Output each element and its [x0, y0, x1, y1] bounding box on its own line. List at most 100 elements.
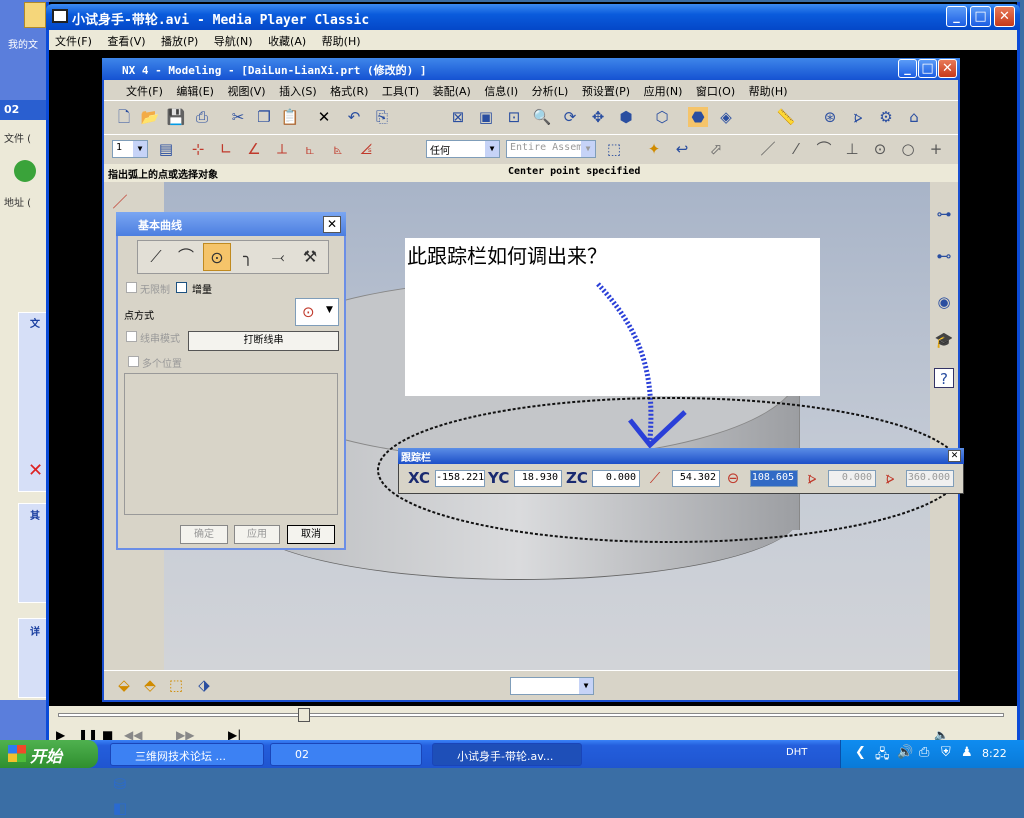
inspect-icon[interactable]: ⚙: [876, 107, 896, 127]
printer-icon[interactable]: ⎙: [919, 745, 929, 760]
snap-control-icon[interactable]: ∠: [244, 139, 264, 159]
start-angle-field[interactable]: 0.000: [828, 470, 876, 487]
nx-menu-assembly[interactable]: 装配(A): [433, 85, 471, 98]
nx-menu-edit[interactable]: 编辑(E): [176, 85, 214, 98]
layer-settings-icon[interactable]: ▤: [156, 139, 176, 159]
fillet-type-icon[interactable]: ╮: [234, 243, 262, 271]
edit-curve-icon[interactable]: ⚒: [296, 243, 324, 271]
radius-field[interactable]: 54.302: [672, 470, 720, 487]
snap-point-icon[interactable]: ⦞: [356, 139, 376, 159]
tangent-icon[interactable]: ⊥: [842, 139, 862, 159]
user-icon[interactable]: ♟: [961, 745, 973, 760]
xc-field[interactable]: -158.221: [435, 470, 485, 487]
select-all-icon[interactable]: ✦: [644, 139, 664, 159]
string-mode-checkbox[interactable]: [126, 331, 137, 342]
break-string-button[interactable]: 打断线串: [188, 331, 339, 351]
seek-thumb[interactable]: [298, 708, 310, 722]
edit-feature-icon[interactable]: ⬗: [194, 675, 214, 695]
menu-navigate[interactable]: 导航(N): [214, 35, 253, 48]
circle-icon[interactable]: ○: [898, 139, 918, 159]
part-navigator-icon[interactable]: ⊷: [934, 246, 954, 266]
feature-icon[interactable]: ⬙: [114, 675, 134, 695]
nx-menu-tools[interactable]: 工具(T): [382, 85, 419, 98]
print-icon[interactable]: ⎙: [192, 107, 212, 127]
assembly-navigator-icon[interactable]: ⊶: [934, 204, 954, 224]
plus-icon[interactable]: +: [926, 139, 946, 159]
open-folder-icon[interactable]: 📂: [140, 107, 160, 127]
minimize-button[interactable]: _: [946, 6, 967, 27]
measure-angle-icon[interactable]: ⦠: [848, 107, 868, 127]
tracking-bar-close-button[interactable]: ✕: [948, 450, 961, 462]
arc-icon[interactable]: ⌒: [814, 139, 834, 159]
circle-center-icon[interactable]: ⊙: [870, 139, 890, 159]
repeat-command-icon[interactable]: ⎘: [372, 107, 392, 127]
snap-endpoint-icon[interactable]: ⊹: [188, 139, 208, 159]
nx-menu-file[interactable]: 文件(F): [126, 85, 163, 98]
save-icon[interactable]: 💾: [166, 107, 186, 127]
menu-favorites[interactable]: 收藏(A): [268, 35, 306, 48]
maximize-button[interactable]: □: [970, 6, 991, 27]
nx-menu-preferences[interactable]: 预设置(P): [582, 85, 630, 98]
snap-quadrant-icon[interactable]: ⦝: [328, 139, 348, 159]
end-angle-field[interactable]: 360.000: [906, 470, 954, 487]
zoom-icon[interactable]: ⊡: [504, 107, 524, 127]
arc-type-icon[interactable]: ⌒: [172, 243, 200, 271]
hat-icon[interactable]: ⌂: [904, 107, 924, 127]
nx-minimize-button[interactable]: _: [898, 59, 917, 78]
sketch-icon[interactable]: ／: [110, 192, 130, 212]
copy-icon[interactable]: ❐: [254, 107, 274, 127]
paste-icon[interactable]: 📋: [280, 107, 300, 127]
line-alt-icon[interactable]: ⁄: [786, 139, 806, 159]
clock[interactable]: 8:22: [982, 747, 1007, 760]
snap-center-icon[interactable]: ⦜: [300, 139, 320, 159]
nx-menu-insert[interactable]: 插入(S): [279, 85, 317, 98]
taskbar-item-forum[interactable]: 三维网技术论坛 ...: [110, 743, 264, 766]
render-style-icon[interactable]: ⬡: [652, 107, 672, 127]
feature-op-icon[interactable]: ⬘: [140, 675, 160, 695]
menu-file[interactable]: 文件(F): [55, 35, 92, 48]
my-documents-icon[interactable]: [24, 2, 46, 28]
delete-icon[interactable]: ✕: [28, 460, 43, 481]
fit-view-icon[interactable]: ⊠: [448, 107, 468, 127]
selection-priority-icon[interactable]: ⬚: [604, 139, 624, 159]
cylinder-icon[interactable]: ⛁: [110, 774, 130, 794]
circle-type-icon[interactable]: ⊙: [203, 243, 231, 271]
snap-intersect-icon[interactable]: ⟂: [272, 139, 292, 159]
nx-menu-view[interactable]: 视图(V): [227, 85, 265, 98]
menu-help[interactable]: 帮助(H): [322, 35, 361, 48]
delete-icon[interactable]: ✕: [314, 107, 334, 127]
zoom-window-icon[interactable]: ▣: [476, 107, 496, 127]
expand-tray-icon[interactable]: ❮: [855, 745, 866, 760]
line-type-icon[interactable]: ⟋: [142, 243, 170, 271]
diameter-field[interactable]: 108.605: [750, 470, 798, 487]
cut-icon[interactable]: ✂: [228, 107, 248, 127]
nx-menu-help[interactable]: 帮助(H): [749, 85, 788, 98]
zoom-in-out-icon[interactable]: 🔍: [532, 107, 552, 127]
dialog-close-button[interactable]: ✕: [323, 216, 341, 233]
close-button[interactable]: ✕: [994, 6, 1015, 27]
apply-button[interactable]: 应用: [234, 525, 280, 544]
ok-button[interactable]: 确定: [180, 525, 228, 544]
deselect-icon[interactable]: ↩: [672, 139, 692, 159]
datum-icon[interactable]: ⬚: [166, 675, 186, 695]
point-method-select[interactable]: ⊙ ▼: [295, 298, 339, 326]
volume-tray-icon[interactable]: 🔊: [897, 745, 913, 760]
network-icon[interactable]: 🖧: [875, 745, 890, 767]
input-method-indicator[interactable]: DHT: [786, 747, 807, 758]
block-icon[interactable]: ◧: [110, 798, 130, 818]
back-arrow-icon[interactable]: [14, 160, 36, 182]
nx-maximize-button[interactable]: □: [918, 59, 937, 78]
show-hide-icon[interactable]: ⬀: [706, 139, 726, 159]
taskbar-item-folder[interactable]: 02: [270, 743, 422, 766]
nx-close-button[interactable]: ✕: [938, 59, 957, 78]
zc-field[interactable]: 0.000: [592, 470, 640, 487]
undo-icon[interactable]: ↶: [344, 107, 364, 127]
cancel-button[interactable]: 取消: [287, 525, 335, 544]
new-file-icon[interactable]: 🗋: [114, 107, 134, 127]
multi-position-checkbox[interactable]: [128, 356, 139, 367]
trim-type-icon[interactable]: ⤙: [264, 243, 292, 271]
bottom-combo[interactable]: ▼: [510, 677, 594, 695]
pan-icon[interactable]: ✥: [588, 107, 608, 127]
unlimited-checkbox[interactable]: [126, 282, 137, 293]
layer-select[interactable]: 1 ▼: [112, 140, 148, 158]
